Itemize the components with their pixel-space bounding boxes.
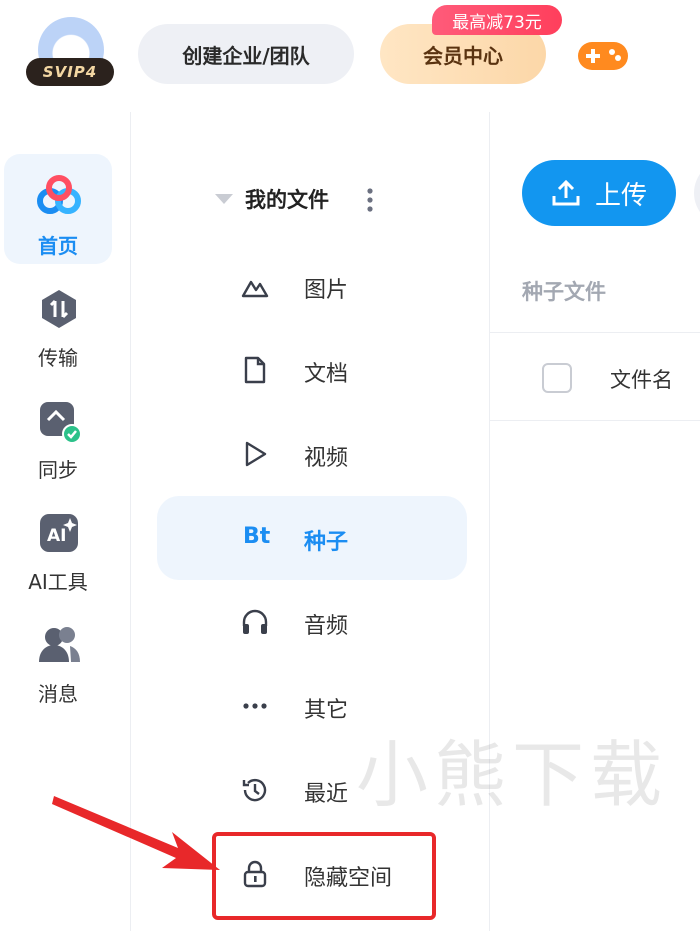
rail-item-message[interactable]: 消息 [4,602,112,712]
upload-icon [552,179,580,206]
promo-tag: 最高减73元 [432,5,562,35]
more-vertical-icon[interactable] [367,188,373,212]
category-label: 图片 [304,278,349,303]
gamepad-icon[interactable] [576,38,630,74]
secondary-button[interactable] [694,160,700,226]
document-icon [244,356,266,384]
rail-label-message: 消息 [38,682,78,706]
headphones-icon [242,609,268,634]
upload-label: 上传 [594,180,647,211]
column-header-filename[interactable]: 文件名 [610,364,673,394]
divider [490,420,700,421]
category-item-torrents[interactable]: Bt 种子 [157,496,467,580]
category-label: 文档 [304,362,349,387]
rail-label-home: 首页 [38,234,78,258]
sync-icon [40,402,82,444]
highlight-box [212,832,436,920]
rail-item-transfer[interactable]: 传输 [4,266,112,376]
image-icon [241,280,269,298]
category-label: 种子 [304,530,349,555]
history-icon [242,778,267,802]
my-files-title[interactable]: 我的文件 [245,184,329,214]
rail-item-home[interactable]: 首页 [4,154,112,264]
category-label: 其它 [304,698,349,723]
bt-icon: Bt [243,524,271,549]
category-label: 视频 [304,446,349,471]
upload-button[interactable]: 上传 [522,160,676,226]
collapse-caret-icon[interactable] [215,194,233,204]
category-item-videos[interactable]: 视频 [157,412,467,496]
message-icon [39,627,80,662]
top-header: SVIP4 创建企业/团队 会员中心 最高减73元 [0,0,700,112]
category-item-audio[interactable]: 音频 [157,580,467,664]
rail-item-sync[interactable]: 同步 [4,378,112,488]
svip-badge[interactable]: SVIP4 [26,58,114,86]
rail-label-sync: 同步 [38,458,78,482]
rail-label-transfer: 传输 [38,346,78,370]
divider [490,332,700,333]
category-label: 最近 [304,782,349,807]
category-label: 音频 [304,614,349,639]
transfer-icon [42,290,76,328]
section-title: 种子文件 [522,280,606,304]
watermark: 小熊下载 [356,733,669,817]
ai-tools-icon: AI [40,514,78,552]
rail-item-ai-tools[interactable]: AI AI工具 [4,490,112,600]
svg-text:AI: AI [47,526,66,546]
video-icon [245,441,267,467]
create-team-button[interactable]: 创建企业/团队 [138,24,354,84]
category-item-images[interactable]: 图片 [157,244,467,328]
select-all-checkbox[interactable] [542,363,572,393]
rail-label-ai-tools: AI工具 [28,570,88,594]
annotation-arrow-icon [52,796,220,870]
more-icon [243,703,267,709]
category-item-documents[interactable]: 文档 [157,328,467,412]
home-logo-icon [37,175,81,214]
